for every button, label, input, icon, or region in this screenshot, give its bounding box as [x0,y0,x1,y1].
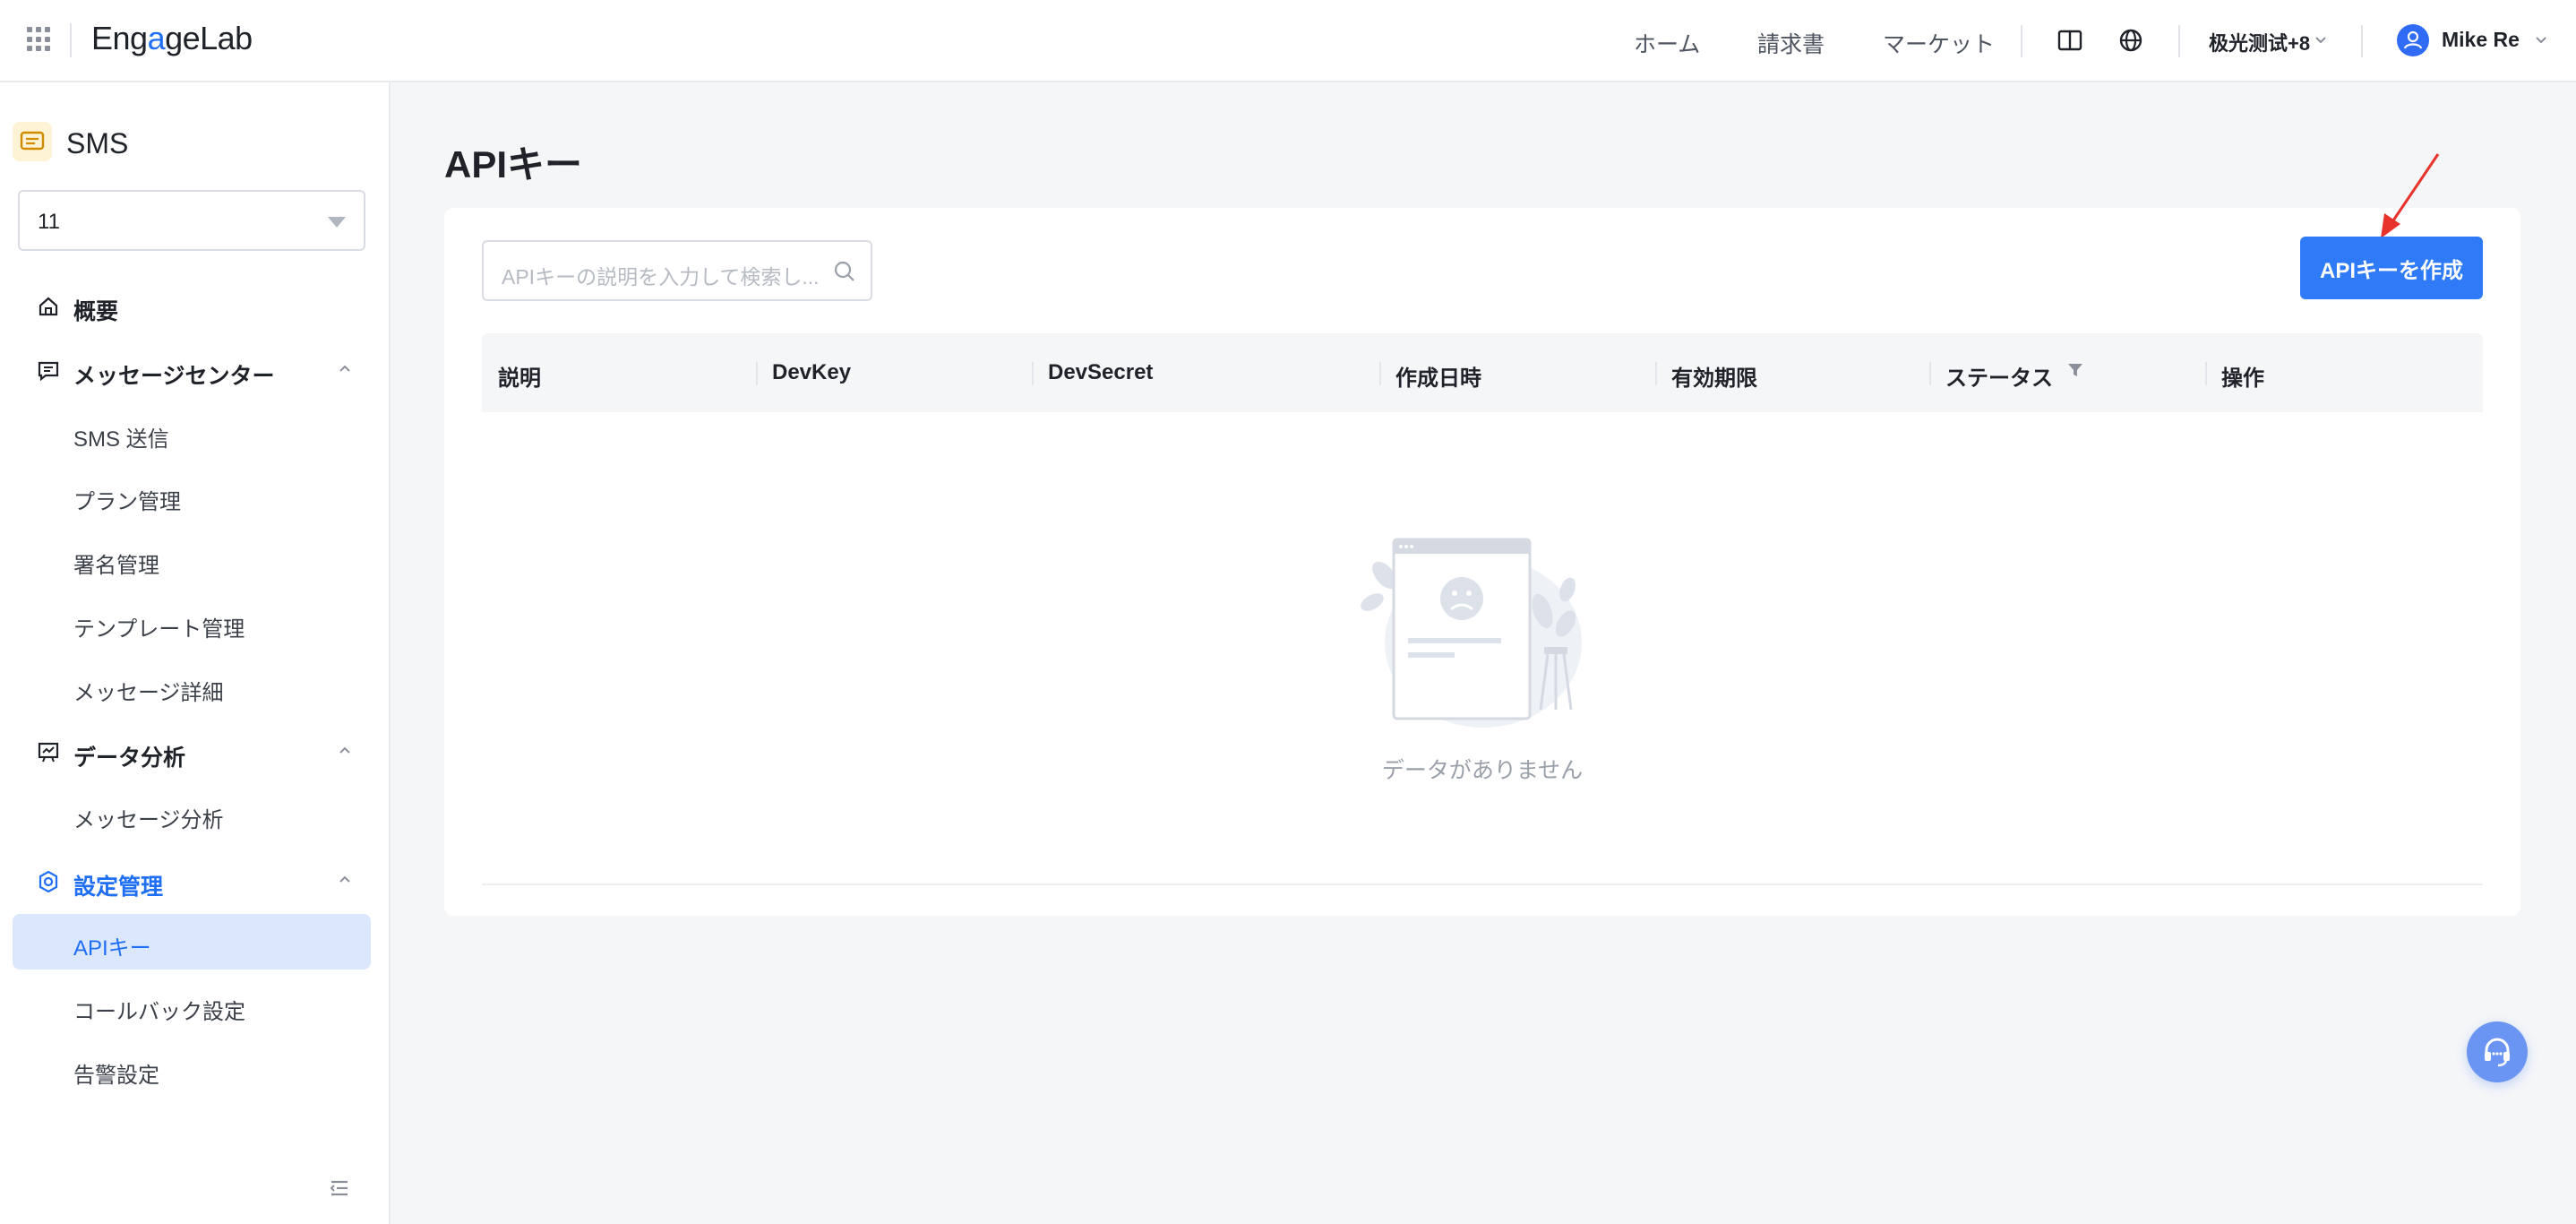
annotation-arrow [2381,153,2440,238]
nav-invoice[interactable]: 請求書 [1757,27,1825,59]
headset-icon [2485,1038,2510,1067]
col-divider [1379,362,1381,385]
col-devkey: DevKey [772,360,852,384]
chart-icon [38,742,59,763]
sidebar-item-message-analysis[interactable]: メッセージ分析 [13,786,371,841]
sidebar-item-plan[interactable]: プラン管理 [13,468,371,523]
header-divider [2021,25,2022,57]
filter-icon[interactable] [2065,360,2085,380]
sidebar-item-label: 署名管理 [73,554,159,578]
app-select[interactable]: 11 [18,190,365,251]
sidebar-item-label: APIキー [73,936,151,961]
sidebar-item-label: メッセージ詳細 [73,681,224,705]
sidebar-item-template[interactable]: テンプレート管理 [13,595,371,651]
sidebar-item-callback[interactable]: コールバック設定 [13,978,371,1033]
col-expires: 有効期限 [1671,366,1757,391]
nav-home[interactable]: ホーム [1634,27,1700,59]
chevron-up-icon [339,875,350,883]
sidebar: SMS 11 概要 メッセージセンター SMS 送信 プラン管理 署名管理 テン… [0,82,391,1224]
nav-market[interactable]: マーケット [1883,27,1995,59]
menu-settings-label: 設定管理 [73,875,164,900]
sidebar-item-label: SMS 送信 [73,427,169,452]
menu-settings[interactable]: 設定管理 [13,857,371,907]
col-devsecret: DevSecret [1048,360,1154,384]
col-actions: 操作 [2221,366,2264,391]
timezone-selector[interactable]: 极光测试+8 [2209,28,2310,56]
sidebar-item-api-key[interactable]: APIキー [13,914,371,970]
user-name[interactable]: Mike Re [2442,28,2520,52]
menu-data-analysis-label: データ分析 [73,746,186,771]
settings-icon [39,870,58,893]
col-divider [756,362,758,385]
chevron-up-icon [339,365,350,372]
chevron-down-icon[interactable] [2314,36,2327,45]
chevron-down-icon[interactable] [2535,36,2547,45]
logo-divider [70,23,72,57]
table-header: 説明 DevKey DevSecret 作成日時 有効期限 ステータス 操作 [482,333,2483,412]
collapse-icon[interactable] [328,1177,351,1199]
header-divider [2178,25,2180,57]
engagelab-logo[interactable]: EngageLab [91,20,253,57]
sidebar-item-label: 告警設定 [73,1064,159,1088]
apps-grid-icon[interactable] [27,27,52,52]
api-key-card: APIキーの説明を入力して検索し... APIキーを作成 説明 DevKey D… [444,153,2520,916]
support-button[interactable] [2467,1021,2528,1082]
sidebar-item-label: コールバック設定 [73,1000,245,1024]
search-placeholder: APIキーの説明を入力して検索し... [502,265,820,289]
col-divider [1032,362,1034,385]
col-created-at: 作成日時 [1395,366,1481,391]
book-icon[interactable] [2057,27,2083,54]
user-avatar[interactable] [2397,24,2429,56]
menu-overview-label: 概要 [73,299,119,324]
menu-data-analysis[interactable]: データ分析 [13,728,371,778]
empty-state-illustration [1361,538,1582,728]
sidebar-item-signature[interactable]: 署名管理 [13,531,371,587]
sidebar-item-message-detail[interactable]: メッセージ詳細 [13,659,371,714]
message-icon [38,361,59,382]
menu-overview[interactable]: 概要 [13,281,371,332]
sidebar-item-alert[interactable]: 告警設定 [13,1041,371,1097]
create-api-key-button[interactable]: APIキーを作成 [2300,237,2483,299]
col-description: 説明 [498,366,541,391]
product-title: SMS [66,127,129,159]
page-title: APIキー [444,143,583,185]
sidebar-item-sms-send[interactable]: SMS 送信 [13,405,371,461]
col-status: ステータス [1945,366,2053,391]
col-divider [1929,362,1931,385]
app-select-value: 11 [38,210,60,234]
top-header: EngageLab ホーム 請求書 マーケット 极光测试+8 Mike Re [0,0,2576,82]
menu-message-center-label: メッセージセンター [73,364,275,389]
sidebar-item-label: テンプレート管理 [73,617,245,642]
home-icon [39,297,58,316]
empty-state-text: データがありません [1381,758,1584,783]
menu-message-center[interactable]: メッセージセンター [13,346,371,396]
globe-icon[interactable] [2117,27,2144,54]
chevron-up-icon [339,746,350,754]
search-icon[interactable] [833,260,856,283]
search-input[interactable]: APIキーの説明を入力して検索し... [482,240,872,301]
user-icon [2403,30,2423,49]
sidebar-item-label: メッセージ分析 [73,808,224,832]
col-divider [2205,362,2207,385]
col-divider [1655,362,1657,385]
sidebar-item-label: プラン管理 [73,490,181,514]
sms-icon [13,122,52,161]
header-divider [2361,25,2363,57]
caret-down-icon [328,217,346,228]
table-bottom-border [482,884,2483,885]
